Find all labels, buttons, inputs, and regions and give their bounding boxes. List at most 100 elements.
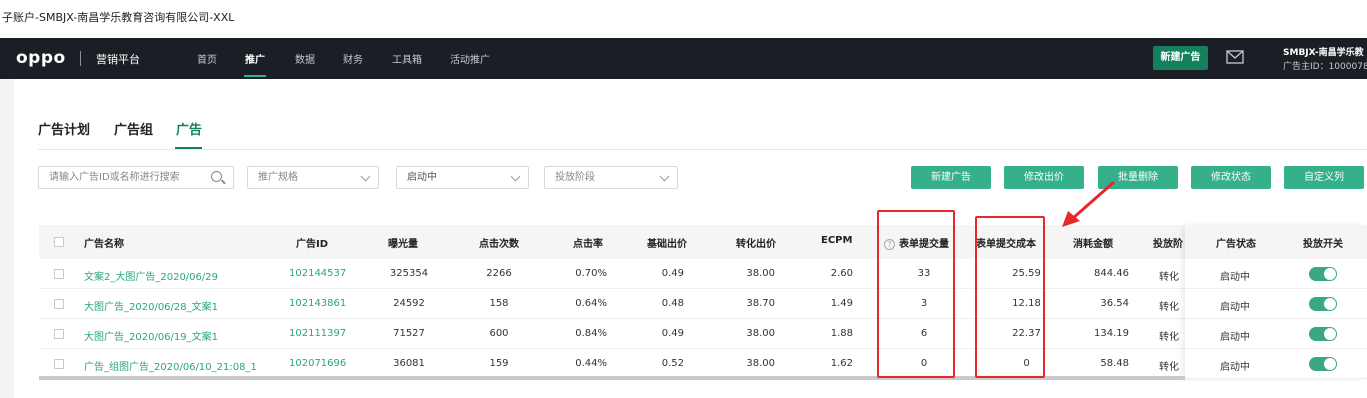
clicks-cell: 600 xyxy=(489,328,509,339)
stage-cell: 转化 xyxy=(1159,332,1179,343)
forms-column-highlight xyxy=(877,210,955,378)
mail-icon[interactable] xyxy=(1226,50,1244,64)
spend-cell: 58.48 xyxy=(1100,358,1129,369)
nav-data[interactable]: 数据 xyxy=(295,51,315,66)
base-bid-cell: 0.49 xyxy=(661,268,684,279)
col-ad-id: 广告ID xyxy=(296,239,329,250)
nav-toolbox[interactable]: 工具箱 xyxy=(392,51,422,66)
col-exposure: 曝光量 xyxy=(388,239,418,250)
ctr-cell: 0.64% xyxy=(575,298,607,309)
logo-divider xyxy=(80,51,81,66)
exposure-cell: 325354 xyxy=(389,268,429,279)
nav-active-indicator xyxy=(244,75,266,77)
search-placeholder: 请输入广告ID或名称进行搜索 xyxy=(49,172,180,183)
stage-select[interactable]: 投放阶段 xyxy=(544,166,678,189)
status-select[interactable]: 启动中 xyxy=(396,166,529,189)
conv-bid-cell: 38.00 xyxy=(746,268,775,279)
ctr-cell: 0.84% xyxy=(575,328,607,339)
chevron-down-icon xyxy=(510,171,521,182)
tab-ad[interactable]: 广告 xyxy=(176,119,202,138)
clicks-cell: 158 xyxy=(489,298,509,309)
nav-new-ad-button[interactable]: 新建广告 xyxy=(1153,46,1208,70)
conv-bid-cell: 38.00 xyxy=(746,328,775,339)
ctr-cell: 0.70% xyxy=(575,268,607,279)
form-cost-column-highlight xyxy=(975,216,1045,378)
ad-name-link[interactable]: 大图广告_2020/06/28_文案1 xyxy=(84,298,218,313)
tab-ad-group[interactable]: 广告组 xyxy=(114,119,153,138)
stage-cell: 转化 xyxy=(1159,302,1179,313)
window-title: 子账户-SMBJX-南昌学乐教育咨询有限公司-XXL xyxy=(0,0,1367,38)
table-header: 广告名称 广告ID 曝光量 点击次数 点击率 基础出价 转化出价 ECPM ? 表… xyxy=(39,225,1367,259)
col-ad-name: 广告名称 xyxy=(84,239,124,250)
exposure-cell: 36081 xyxy=(393,358,425,369)
search-input[interactable]: 请输入广告ID或名称进行搜索 xyxy=(38,166,234,189)
ecpm-cell: 1.49 xyxy=(830,298,853,309)
exposure-cell: 24592 xyxy=(393,298,425,309)
chevron-down-icon xyxy=(659,171,670,182)
row-checkbox[interactable] xyxy=(54,329,64,339)
base-bid-cell: 0.48 xyxy=(661,298,684,309)
conv-bid-cell: 38.00 xyxy=(746,358,775,369)
ecpm-cell: 1.88 xyxy=(830,328,853,339)
ad-id-link[interactable]: 102144537 xyxy=(289,268,346,279)
table-row[interactable]: 广告_组图广告_2020/06/10_21:08_1 102071696 360… xyxy=(39,349,1367,379)
nav-home[interactable]: 首页 xyxy=(197,51,217,66)
nav-activity[interactable]: 活动推广 xyxy=(450,51,490,66)
new-ad-button[interactable]: 新建广告 xyxy=(911,166,991,189)
tab-divider xyxy=(38,149,1367,150)
conv-bid-cell: 38.70 xyxy=(746,298,775,309)
spend-cell: 134.19 xyxy=(1094,328,1129,339)
nav-finance[interactable]: 财务 xyxy=(343,51,363,66)
ad-id-link[interactable]: 102143861 xyxy=(289,298,346,309)
account-id: 广告主ID：1000078 xyxy=(1283,62,1367,72)
oppo-logo[interactable]: oppo xyxy=(16,48,66,68)
table-row[interactable]: 大图广告_2020/06/19_文案1 102111397 71527 600 … xyxy=(39,319,1367,349)
ad-name-link[interactable]: 文案2_大图广告_2020/06/29 xyxy=(84,268,218,283)
col-ctr: 点击率 xyxy=(573,239,603,250)
spec-placeholder: 推广规格 xyxy=(258,172,298,183)
ad-id-link[interactable]: 102111397 xyxy=(289,328,346,339)
col-spend: 消耗金额 xyxy=(1073,239,1113,250)
stage-placeholder: 投放阶段 xyxy=(555,172,595,183)
nav-promotion[interactable]: 推广 xyxy=(245,51,265,66)
spend-cell: 844.46 xyxy=(1094,268,1129,279)
base-bid-cell: 0.52 xyxy=(661,358,684,369)
row-checkbox[interactable] xyxy=(54,299,64,309)
clicks-cell: 2266 xyxy=(486,268,512,279)
spec-select[interactable]: 推广规格 xyxy=(247,166,379,189)
modify-status-button[interactable]: 修改状态 xyxy=(1191,166,1271,189)
col-clicks: 点击次数 xyxy=(479,239,519,250)
top-navbar: oppo 营销平台 首页 推广 数据 财务 工具箱 活动推广 新建广告 SMBJ… xyxy=(0,38,1367,79)
stage-cell: 转化 xyxy=(1159,362,1179,373)
platform-name: 营销平台 xyxy=(96,53,140,66)
col-stage: 投放阶 xyxy=(1153,239,1183,250)
stage-cell: 转化 xyxy=(1159,272,1179,283)
clicks-cell: 159 xyxy=(489,358,509,369)
account-name[interactable]: SMBJX-南昌学乐教 xyxy=(1283,45,1364,58)
main-content: 广告计划 广告组 广告 请输入广告ID或名称进行搜索 推广规格 启动中 投放阶段… xyxy=(14,79,1367,398)
col-ecpm: ECPM xyxy=(821,235,853,246)
table-row[interactable]: 大图广告_2020/06/28_文案1 102143861 24592 158 … xyxy=(39,289,1367,319)
table-row[interactable]: 文案2_大图广告_2020/06/29 102144537 325354 226… xyxy=(39,259,1367,289)
annotation-arrow-icon xyxy=(1062,180,1115,227)
ad-name-link[interactable]: 大图广告_2020/06/19_文案1 xyxy=(84,328,218,343)
fixed-columns-shadow xyxy=(1185,225,1367,379)
chevron-down-icon xyxy=(360,171,371,182)
ad-id-link[interactable]: 102071696 xyxy=(289,358,346,369)
spend-cell: 36.54 xyxy=(1100,298,1129,309)
select-all-checkbox[interactable] xyxy=(54,237,64,247)
ecpm-cell: 2.60 xyxy=(830,268,853,279)
tab-campaign[interactable]: 广告计划 xyxy=(38,119,90,138)
ad-name-link[interactable]: 广告_组图广告_2020/06/10_21:08_1 xyxy=(84,358,257,373)
exposure-cell: 71527 xyxy=(393,328,425,339)
row-checkbox[interactable] xyxy=(54,269,64,279)
col-base-bid: 基础出价 xyxy=(647,239,687,250)
custom-columns-button[interactable]: 自定义列 xyxy=(1284,166,1364,189)
ctr-cell: 0.44% xyxy=(575,358,607,369)
col-conv-bid: 转化出价 xyxy=(736,239,776,250)
ecpm-cell: 1.62 xyxy=(830,358,853,369)
search-icon[interactable] xyxy=(211,171,222,182)
row-checkbox[interactable] xyxy=(54,359,64,369)
status-value: 启动中 xyxy=(407,172,437,183)
base-bid-cell: 0.49 xyxy=(661,328,684,339)
